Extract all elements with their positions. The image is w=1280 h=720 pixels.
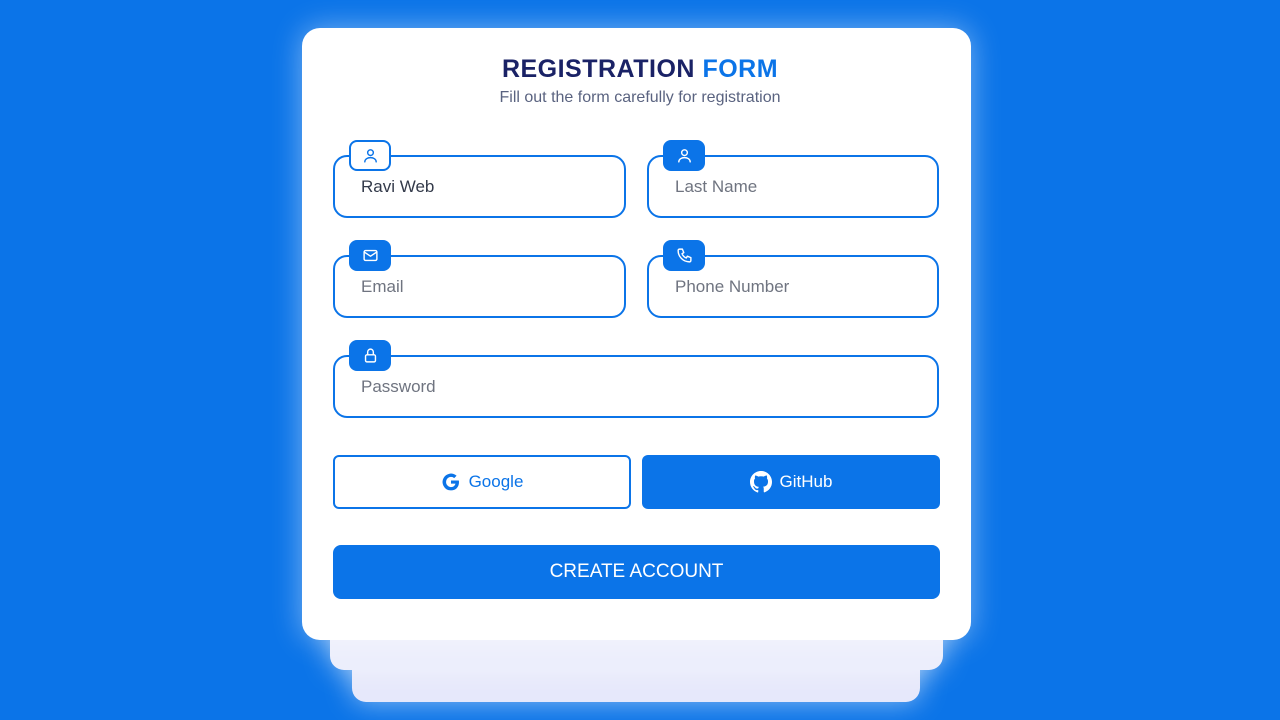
google-icon — [441, 472, 461, 492]
github-button[interactable]: GitHub — [642, 455, 940, 509]
first-name-field — [333, 140, 626, 218]
password-field — [333, 340, 939, 418]
email-input[interactable] — [361, 257, 608, 316]
create-account-button[interactable]: CREATE ACCOUNT — [333, 545, 940, 599]
github-label: GitHub — [779, 472, 833, 491]
email-field — [333, 240, 626, 318]
phone-field — [647, 240, 939, 318]
password-input[interactable] — [361, 357, 921, 416]
last-name-field — [647, 140, 939, 218]
last-name-input[interactable] — [675, 157, 921, 216]
page-title: REGISTRATION FORM — [0, 55, 1280, 84]
title-main: REGISTRATION — [501, 55, 695, 83]
first-name-input[interactable] — [361, 157, 608, 216]
phone-input[interactable] — [675, 257, 921, 316]
title-accent: FORM — [702, 55, 779, 83]
google-label: Google — [468, 472, 524, 491]
google-button[interactable]: Google — [333, 455, 631, 509]
github-icon — [749, 471, 772, 493]
page-subtitle: Fill out the form carefully for registra… — [499, 89, 781, 106]
